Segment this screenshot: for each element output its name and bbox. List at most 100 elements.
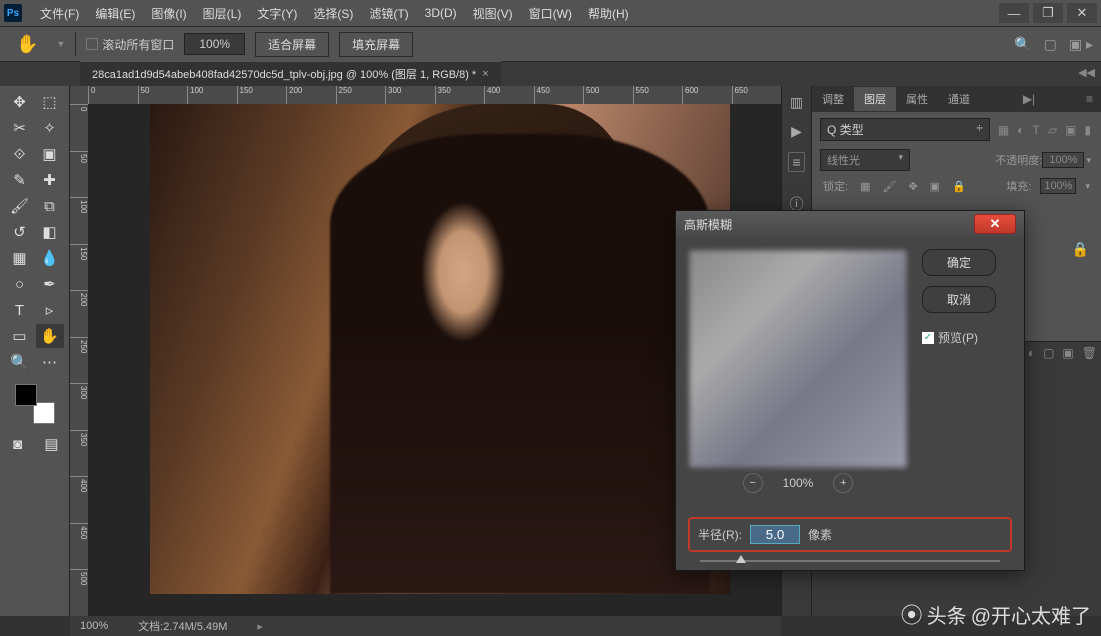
status-chevron-icon[interactable]: ▸ xyxy=(257,620,263,633)
type-tool[interactable]: T xyxy=(6,298,34,322)
menu-image[interactable]: 图像(I) xyxy=(143,5,194,22)
radius-slider[interactable] xyxy=(676,560,1024,570)
menu-filter[interactable]: 滤镜(T) xyxy=(361,5,416,22)
dialog-titlebar[interactable]: 高斯模糊 ✕ xyxy=(676,211,1024,237)
panel-collapse-icon[interactable]: ▶| xyxy=(1015,88,1043,110)
gradient-tool[interactable]: ▦ xyxy=(6,246,34,270)
foreground-color[interactable] xyxy=(15,384,37,406)
filter-pixels-icon[interactable]: ▦ xyxy=(996,121,1011,139)
adjustment-layer-icon[interactable]: ◐ xyxy=(1028,346,1035,361)
share-icon[interactable]: ▢ xyxy=(1044,36,1057,53)
tab-channels[interactable]: 通道 xyxy=(938,87,980,111)
scroll-all-checkbox[interactable]: 滚动所有窗口 xyxy=(86,36,174,53)
layer-filter-dropdown[interactable]: Q 类型÷ xyxy=(820,118,990,141)
zoom-out-button[interactable]: − xyxy=(743,473,763,493)
opacity-value[interactable]: 100% xyxy=(1042,152,1084,168)
histogram-icon[interactable]: ▥ xyxy=(790,94,803,111)
tab-layers[interactable]: 图层 xyxy=(854,87,896,111)
filter-toggle-icon[interactable]: ▮ xyxy=(1082,121,1093,139)
new-layer-icon[interactable]: ▣ xyxy=(1062,346,1073,361)
dialog-close-button[interactable]: ✕ xyxy=(974,214,1016,234)
rectangle-tool[interactable]: ▭ xyxy=(6,324,34,348)
lock-all-icon[interactable]: 🔒 xyxy=(949,179,969,194)
menu-view[interactable]: 视图(V) xyxy=(465,5,521,22)
hand-tool-icon[interactable]: ✋ xyxy=(8,30,46,59)
menu-layer[interactable]: 图层(L) xyxy=(195,5,250,22)
menu-type[interactable]: 文字(Y) xyxy=(249,5,305,22)
fill-screen-button[interactable]: 填充屏幕 xyxy=(339,32,413,57)
chevron-down-icon[interactable]: ▾ xyxy=(1084,155,1093,166)
blur-preview-area[interactable] xyxy=(688,249,908,469)
actions-icon[interactable]: ≡ xyxy=(788,152,804,172)
eyedropper-tool[interactable]: ✎ xyxy=(6,168,34,192)
watermark: ⦿ 头条 @开心太难了 xyxy=(901,598,1091,630)
ok-button[interactable]: 确定 xyxy=(922,249,996,276)
filter-adjust-icon[interactable]: ◐ xyxy=(1015,121,1026,139)
status-zoom[interactable]: 100% xyxy=(80,620,108,632)
zoom-display[interactable]: 100% xyxy=(184,33,245,55)
collapse-panels-icon[interactable]: ◀◀ xyxy=(1078,66,1095,79)
chevron-down-icon[interactable]: ▾ xyxy=(1082,180,1093,193)
document-tab[interactable]: 28ca1ad1d9d54abeb408fad42570dc5d_tplv-ob… xyxy=(80,61,501,86)
menu-edit[interactable]: 编辑(E) xyxy=(87,5,143,22)
lock-paint-icon[interactable]: 🖌 xyxy=(879,179,899,194)
group-icon[interactable]: ▢ xyxy=(1043,346,1054,361)
history-icon[interactable]: ▶ xyxy=(791,123,802,140)
magic-wand-tool[interactable]: ✧ xyxy=(36,116,64,140)
color-swatches[interactable] xyxy=(15,384,55,424)
tab-close-icon[interactable]: × xyxy=(482,68,488,80)
lock-position-icon[interactable]: ✥ xyxy=(905,179,920,194)
dodge-tool[interactable]: ○ xyxy=(6,272,34,296)
minimize-button[interactable]: — xyxy=(999,3,1029,23)
menu-help[interactable]: 帮助(H) xyxy=(580,5,637,22)
filter-shape-icon[interactable]: ▱ xyxy=(1046,121,1059,139)
move-tool[interactable]: ✥ xyxy=(6,90,34,114)
filter-smart-icon[interactable]: ▣ xyxy=(1063,121,1078,139)
marquee-tool[interactable]: ⬚ xyxy=(36,90,64,114)
search-icon[interactable]: 🔍 xyxy=(1014,36,1031,53)
fit-screen-button[interactable]: 适合屏幕 xyxy=(255,32,329,57)
quick-mask-icon[interactable]: ◙ xyxy=(4,432,32,456)
history-brush-tool[interactable]: ↺ xyxy=(6,220,34,244)
zoom-tool[interactable]: 🔍 xyxy=(6,350,34,374)
tab-properties[interactable]: 属性 xyxy=(896,87,938,111)
filter-type-icon[interactable]: T xyxy=(1030,121,1041,139)
blend-mode-dropdown[interactable]: 线性光▾ xyxy=(820,149,910,171)
zoom-in-button[interactable]: + xyxy=(833,473,853,493)
panel-menu-icon[interactable]: ≡ xyxy=(1078,88,1101,110)
pen-tool[interactable]: ✒ xyxy=(36,272,64,296)
radius-input[interactable] xyxy=(750,525,800,544)
delete-layer-icon[interactable]: 🗑 xyxy=(1082,346,1097,361)
menu-3d[interactable]: 3D(D) xyxy=(417,6,465,20)
clone-tool[interactable]: ⧉ xyxy=(36,194,64,218)
close-window-button[interactable]: ✕ xyxy=(1067,3,1097,23)
healing-tool[interactable]: ✚ xyxy=(36,168,64,192)
edit-toolbar[interactable]: ⋯ xyxy=(36,350,64,374)
canvas-image[interactable] xyxy=(150,104,730,594)
ruler-origin[interactable] xyxy=(70,86,88,104)
brush-tool[interactable]: 🖌 xyxy=(6,194,34,218)
dropdown-icon[interactable]: ▼ xyxy=(56,39,65,49)
blur-tool[interactable]: 💧 xyxy=(36,246,64,270)
preview-checkbox[interactable]: ✓ 预览(P) xyxy=(922,329,996,346)
slider-thumb[interactable] xyxy=(736,555,746,563)
lock-pixels-icon[interactable]: ▦ xyxy=(857,179,873,194)
workspace-switch-icon[interactable]: ▣ ▸ xyxy=(1069,36,1093,53)
frame-tool[interactable]: ▣ xyxy=(36,142,64,166)
tab-adjustments[interactable]: 调整 xyxy=(812,87,854,111)
path-select-tool[interactable]: ▹ xyxy=(36,298,64,322)
hand-tool[interactable]: ✋ xyxy=(36,324,64,348)
menu-file[interactable]: 文件(F) xyxy=(32,5,87,22)
menu-window[interactable]: 窗口(W) xyxy=(521,5,580,22)
maximize-button[interactable]: ❐ xyxy=(1033,3,1063,23)
cancel-button[interactable]: 取消 xyxy=(922,286,996,313)
fill-value[interactable]: 100% xyxy=(1040,178,1076,194)
eraser-tool[interactable]: ◧ xyxy=(36,220,64,244)
crop-tool[interactable]: ⟐ xyxy=(6,142,34,166)
lasso-tool[interactable]: ✂ xyxy=(6,116,34,140)
menu-bar: Ps 文件(F) 编辑(E) 图像(I) 图层(L) 文字(Y) 选择(S) 滤… xyxy=(0,0,1101,26)
menu-select[interactable]: 选择(S) xyxy=(305,5,361,22)
lock-artboard-icon[interactable]: ▣ xyxy=(927,179,943,194)
screen-mode-icon[interactable]: ▤ xyxy=(38,432,66,456)
status-doc-info[interactable]: 文档:2.74M/5.49M xyxy=(138,618,227,634)
